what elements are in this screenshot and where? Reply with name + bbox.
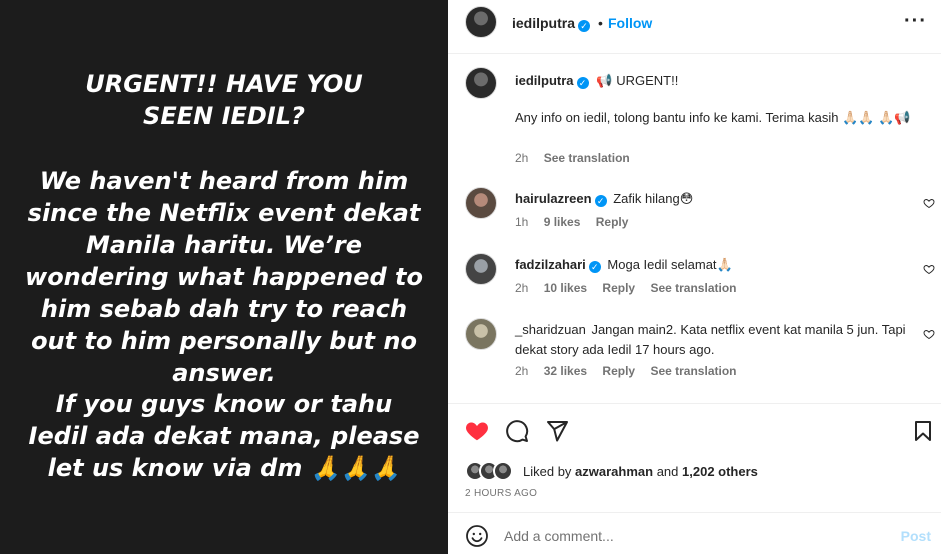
comment-reply-button[interactable]: Reply <box>596 215 629 229</box>
caption-first-line: iedilputra ✓ 📢 URGENT!! <box>515 72 678 89</box>
liked-user[interactable]: azwarahman <box>575 464 653 479</box>
comment-avatar[interactable] <box>465 318 497 350</box>
share-send-icon[interactable] <box>545 419 569 443</box>
comment-body: fadzilzahari ✓ Moga Iedil selamat🙏🏻 <box>515 255 915 275</box>
caption-time[interactable]: 2h <box>515 151 528 165</box>
comment-body: _sharidzuan Jangan main2. Kata netflix e… <box>515 320 915 360</box>
comment-see-translation[interactable]: See translation <box>650 281 736 295</box>
author-avatar[interactable] <box>465 6 497 38</box>
caption-avatar[interactable] <box>465 67 497 99</box>
comment-reply-button[interactable]: Reply <box>602 281 635 295</box>
comment-avatar[interactable] <box>465 253 497 285</box>
comment-like-heart-icon[interactable] <box>923 328 935 340</box>
comment-likes[interactable]: 10 likes <box>544 281 587 295</box>
liked-and: and <box>653 464 683 479</box>
likes-text[interactable]: Liked by azwarahman and 1,202 others <box>523 464 758 479</box>
comment-like-heart-icon[interactable] <box>923 197 935 209</box>
comment-reply-button[interactable]: Reply <box>602 364 635 378</box>
caption-text-line1: 📢 URGENT!! <box>596 73 679 88</box>
caption-text: Any info on iedil, tolong bantu info ke … <box>515 110 911 125</box>
comment-time[interactable]: 2h <box>515 281 528 295</box>
more-options-icon[interactable]: ··· <box>904 10 927 33</box>
comment-likes[interactable]: 32 likes <box>544 364 587 378</box>
post-comment-button[interactable]: Post <box>901 528 931 544</box>
author-username-text[interactable]: iedilputra <box>512 15 575 31</box>
comment-input[interactable] <box>504 524 884 548</box>
emoji-icon[interactable] <box>465 524 489 548</box>
post-timestamp[interactable]: 2 HOURS AGO <box>465 488 537 499</box>
comment-meta: 1h 9 likes Reply <box>515 215 640 229</box>
caption-username[interactable]: iedilputra <box>515 73 574 88</box>
like-heart-icon[interactable] <box>465 419 489 443</box>
save-bookmark-icon[interactable] <box>911 419 935 443</box>
comment-text: Moga Iedil selamat🙏🏻 <box>607 257 733 272</box>
comment-username[interactable]: hairulazreen <box>515 191 592 206</box>
post-actions: Liked by azwarahman and 1,202 others 2 H… <box>448 403 941 499</box>
comment-body: hairulazreen ✓ Zafik hilang😳 <box>515 189 915 209</box>
comment-like-heart-icon[interactable] <box>923 263 935 275</box>
comment-username[interactable]: _sharidzuan <box>515 322 586 337</box>
comment-bubble-icon[interactable] <box>505 419 529 443</box>
comment-avatar[interactable] <box>465 187 497 219</box>
post-details-panel: iedilputra ✓ • Follow ··· iedilputra ✓ 📢 U… <box>448 0 941 554</box>
liker-avatar[interactable] <box>493 461 513 481</box>
verified-badge-icon: ✓ <box>594 195 607 207</box>
author-username[interactable]: iedilputra ✓ <box>512 15 591 32</box>
post-header: iedilputra ✓ • Follow ··· <box>448 0 941 54</box>
liked-prefix: Liked by <box>523 464 576 479</box>
comment-time[interactable]: 1h <box>515 215 528 229</box>
comment-meta: 2h 10 likes Reply See translation <box>515 281 748 295</box>
comment-text: Zafik hilang😳 <box>613 191 694 206</box>
comment-username[interactable]: fadzilzahari <box>515 257 586 272</box>
caption-meta: 2h See translation <box>515 151 642 165</box>
caption-see-translation[interactable]: See translation <box>544 151 630 165</box>
comment-see-translation[interactable]: See translation <box>650 364 736 378</box>
comment-meta: 2h 32 likes Reply See translation <box>515 364 748 378</box>
add-comment-bar: Post <box>448 512 941 554</box>
post-image[interactable]: URGENT!! HAVE YOU SEEN IEDIL? We haven't… <box>0 0 448 554</box>
image-body: We haven't heard from him since the Netf… <box>25 167 423 387</box>
verified-badge-icon: ✓ <box>576 77 589 89</box>
comment-likes[interactable]: 9 likes <box>544 215 581 229</box>
comment-time[interactable]: 2h <box>515 364 528 378</box>
image-heading: URGENT!! HAVE YOU SEEN IEDIL? <box>85 70 363 130</box>
verified-badge-icon: ✓ <box>588 261 601 273</box>
liked-count[interactable]: 1,202 others <box>682 464 758 479</box>
verified-badge-icon: ✓ <box>578 20 591 32</box>
image-footer: If you guys know or tahu Iedil ada dekat… <box>28 390 420 482</box>
follow-button[interactable]: Follow <box>608 15 652 31</box>
header-separator: • <box>598 15 603 31</box>
